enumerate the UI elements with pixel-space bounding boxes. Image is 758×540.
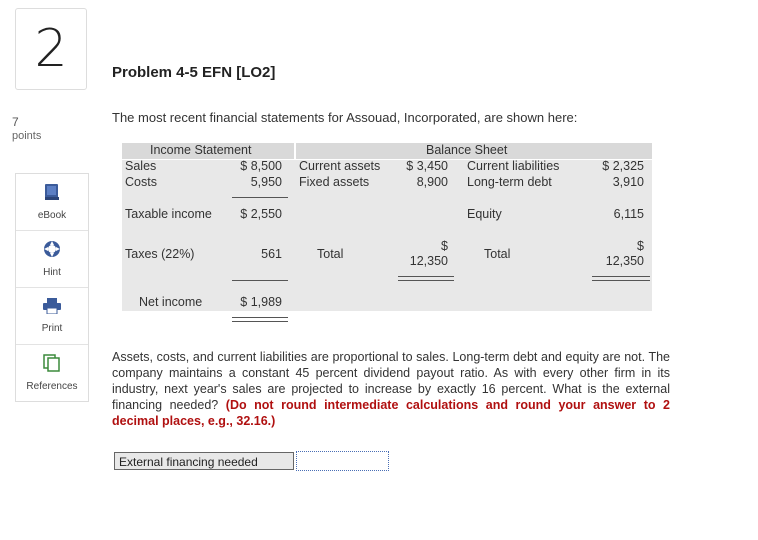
lifebuoy-icon — [43, 240, 61, 267]
problem-intro: The most recent financial statements for… — [112, 110, 578, 125]
costs-label: Costs — [125, 175, 157, 189]
fixed-assets-label: Fixed assets — [299, 175, 370, 189]
net-income-underline-1 — [232, 317, 288, 318]
costs-value: 5,950 — [250, 175, 282, 189]
tools-panel: eBook Hint Print References — [15, 173, 89, 402]
net-income-underline-2 — [232, 321, 288, 322]
external-financing-input[interactable] — [296, 451, 389, 471]
references-button[interactable]: References — [16, 345, 88, 401]
total-liabilities-equity-value: 12,350 — [605, 254, 644, 268]
statements-body-bg — [122, 160, 652, 311]
sales-value: $ 8,500 — [240, 159, 282, 173]
problem-text: Assets, costs, and current liabilities a… — [112, 349, 670, 429]
long-term-debt-label: Long-term debt — [467, 175, 552, 189]
current-assets-label: Current assets — [299, 159, 381, 173]
balance-sheet-header: Balance Sheet — [426, 143, 508, 157]
taxes-value: 561 — [261, 247, 282, 261]
total-liabilities-equity-dollar: $ — [637, 239, 644, 253]
long-term-debt-value: 3,910 — [612, 175, 644, 189]
total-liabilities-equity-label: Total — [484, 247, 511, 261]
documents-icon — [43, 354, 61, 381]
taxable-income-value: $ 2,550 — [240, 207, 282, 221]
current-assets-value: $ 3,450 — [406, 159, 448, 173]
references-label: References — [26, 381, 78, 392]
question-number: 2 — [15, 8, 87, 90]
total-assets-value: 12,350 — [409, 254, 448, 268]
total-assets-dollar: $ — [441, 239, 448, 253]
financial-statements: Income Statement Balance Sheet Sales $ 8… — [122, 143, 652, 322]
taxable-income-label: Taxable income — [125, 207, 212, 221]
points-label: points — [12, 130, 42, 142]
total-assets-underline-2 — [398, 280, 454, 281]
print-button[interactable]: Print — [16, 288, 88, 345]
current-liabilities-value: $ 2,325 — [602, 159, 644, 173]
points-value: 7 — [12, 115, 19, 129]
hint-button[interactable]: Hint — [16, 231, 88, 288]
current-liabilities-label: Current liabilities — [467, 159, 560, 173]
problem-title: Problem 4-5 EFN [LO2] — [112, 64, 276, 81]
ebook-label: eBook — [37, 210, 67, 221]
sales-label: Sales — [125, 159, 157, 173]
total-le-underline-2 — [592, 280, 650, 281]
taxes-underline — [232, 280, 288, 281]
points-info: 7 points — [12, 115, 41, 143]
printer-icon — [43, 298, 61, 323]
total-assets-label: Total — [317, 247, 344, 261]
hint-label: Hint — [43, 267, 61, 278]
answer-row: External financing needed — [114, 451, 389, 471]
book-icon — [44, 183, 60, 210]
answer-label: External financing needed — [114, 452, 294, 470]
total-le-underline-1 — [592, 276, 650, 277]
income-statement-header: Income Statement — [150, 143, 252, 157]
print-label: Print — [41, 323, 63, 334]
costs-underline — [232, 197, 288, 198]
equity-value: 6,115 — [613, 207, 644, 221]
net-income-label: Net income — [139, 295, 203, 309]
fixed-assets-value: 8,900 — [416, 175, 448, 189]
net-income-value: $ 1,989 — [240, 295, 282, 309]
taxes-label: Taxes (22%) — [125, 247, 195, 261]
ebook-button[interactable]: eBook — [16, 174, 88, 231]
total-assets-underline-1 — [398, 276, 454, 277]
equity-label: Equity — [467, 207, 502, 221]
